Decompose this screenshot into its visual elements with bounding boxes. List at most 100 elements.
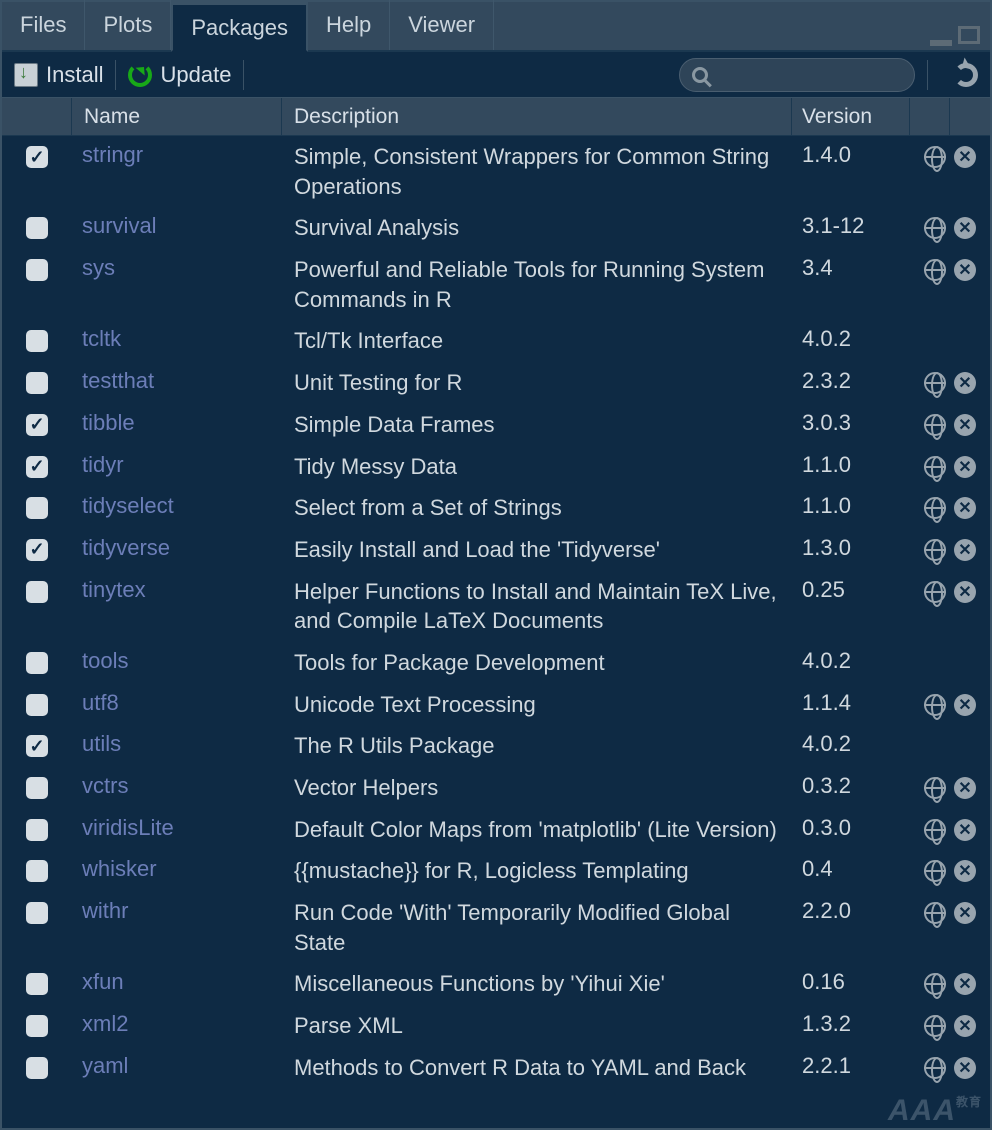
package-name-link[interactable]: stringr <box>72 142 282 168</box>
globe-icon[interactable] <box>924 581 946 603</box>
package-checkbox[interactable] <box>26 217 48 239</box>
package-name-link[interactable]: sys <box>72 255 282 281</box>
tab-plots[interactable]: Plots <box>85 0 171 50</box>
package-name-link[interactable]: xml2 <box>72 1011 282 1037</box>
package-name-link[interactable]: whisker <box>72 856 282 882</box>
package-name-link[interactable]: tcltk <box>72 326 282 352</box>
header-name[interactable]: Name <box>72 98 282 135</box>
packages-header: Name Description Version <box>2 98 990 136</box>
package-name-link[interactable]: tibble <box>72 410 282 436</box>
package-name-link[interactable]: viridisLite <box>72 815 282 841</box>
package-checkbox[interactable] <box>26 973 48 995</box>
watermark: AAA教育 <box>888 1096 982 1126</box>
globe-icon[interactable] <box>924 694 946 716</box>
tab-files[interactable]: Files <box>2 0 85 50</box>
minimize-icon[interactable] <box>930 40 952 46</box>
remove-icon[interactable]: ✕ <box>954 694 976 716</box>
remove-icon[interactable]: ✕ <box>954 217 976 239</box>
package-checkbox[interactable] <box>26 259 48 281</box>
refresh-button[interactable] <box>954 63 978 87</box>
update-label: Update <box>160 62 231 88</box>
remove-icon[interactable]: ✕ <box>954 1057 976 1079</box>
package-row: viridisLiteDefault Color Maps from 'matp… <box>2 809 990 851</box>
package-name-link[interactable]: vctrs <box>72 773 282 799</box>
package-checkbox[interactable] <box>26 497 48 519</box>
remove-icon[interactable]: ✕ <box>954 497 976 519</box>
search-icon <box>692 67 708 83</box>
package-name-link[interactable]: utils <box>72 731 282 757</box>
remove-icon[interactable]: ✕ <box>954 372 976 394</box>
package-checkbox[interactable] <box>26 694 48 716</box>
package-checkbox[interactable]: ✓ <box>26 735 48 757</box>
globe-icon[interactable] <box>924 217 946 239</box>
package-name-link[interactable]: tidyr <box>72 452 282 478</box>
remove-icon[interactable]: ✕ <box>954 581 976 603</box>
package-checkbox[interactable] <box>26 372 48 394</box>
globe-icon[interactable] <box>924 973 946 995</box>
remove-icon[interactable]: ✕ <box>954 146 976 168</box>
package-checkbox[interactable] <box>26 777 48 799</box>
remove-icon[interactable]: ✕ <box>954 1015 976 1037</box>
package-name-link[interactable]: withr <box>72 898 282 924</box>
tab-viewer[interactable]: Viewer <box>390 0 494 50</box>
globe-icon[interactable] <box>924 539 946 561</box>
package-checkbox[interactable] <box>26 652 48 674</box>
globe-icon[interactable] <box>924 414 946 436</box>
package-checkbox[interactable] <box>26 581 48 603</box>
globe-icon[interactable] <box>924 819 946 841</box>
package-name-link[interactable]: utf8 <box>72 690 282 716</box>
remove-icon[interactable]: ✕ <box>954 414 976 436</box>
package-checkbox[interactable]: ✓ <box>26 414 48 436</box>
remove-icon[interactable]: ✕ <box>954 902 976 924</box>
header-version[interactable]: Version <box>792 98 910 135</box>
remove-icon[interactable]: ✕ <box>954 973 976 995</box>
package-checkbox[interactable] <box>26 1015 48 1037</box>
package-name-link[interactable]: tidyverse <box>72 535 282 561</box>
package-row: ✓tidyrTidy Messy Data1.1.0✕ <box>2 446 990 488</box>
package-version: 3.4 <box>792 255 910 281</box>
package-checkbox[interactable]: ✓ <box>26 456 48 478</box>
package-name-link[interactable]: testthat <box>72 368 282 394</box>
package-name-link[interactable]: tinytex <box>72 577 282 603</box>
search-input[interactable] <box>679 58 915 92</box>
globe-icon[interactable] <box>924 497 946 519</box>
package-name-link[interactable]: xfun <box>72 969 282 995</box>
tab-packages[interactable]: Packages <box>171 2 308 52</box>
globe-icon[interactable] <box>924 259 946 281</box>
globe-icon[interactable] <box>924 902 946 924</box>
package-description: Survival Analysis <box>282 213 792 243</box>
globe-icon[interactable] <box>924 1015 946 1037</box>
remove-icon[interactable]: ✕ <box>954 539 976 561</box>
package-checkbox[interactable]: ✓ <box>26 539 48 561</box>
package-description: Default Color Maps from 'matplotlib' (Li… <box>282 815 792 845</box>
globe-icon[interactable] <box>924 777 946 799</box>
package-checkbox[interactable] <box>26 1057 48 1079</box>
remove-icon[interactable]: ✕ <box>954 456 976 478</box>
globe-icon[interactable] <box>924 372 946 394</box>
globe-icon[interactable] <box>924 456 946 478</box>
package-name-link[interactable]: tidyselect <box>72 493 282 519</box>
update-button[interactable]: Update <box>128 62 231 88</box>
remove-icon[interactable]: ✕ <box>954 259 976 281</box>
package-checkbox[interactable] <box>26 902 48 924</box>
package-name-link[interactable]: tools <box>72 648 282 674</box>
tab-help[interactable]: Help <box>308 0 390 50</box>
package-description: Powerful and Reliable Tools for Running … <box>282 255 792 314</box>
globe-icon[interactable] <box>924 146 946 168</box>
package-checkbox[interactable] <box>26 860 48 882</box>
package-checkbox[interactable] <box>26 819 48 841</box>
maximize-icon[interactable] <box>958 26 980 44</box>
install-icon <box>14 63 38 87</box>
globe-icon[interactable] <box>924 1057 946 1079</box>
package-name-link[interactable]: survival <box>72 213 282 239</box>
package-name-link[interactable]: yaml <box>72 1053 282 1079</box>
header-description[interactable]: Description <box>282 98 792 135</box>
update-icon <box>128 63 152 87</box>
globe-icon[interactable] <box>924 860 946 882</box>
remove-icon[interactable]: ✕ <box>954 777 976 799</box>
package-checkbox[interactable] <box>26 330 48 352</box>
remove-icon[interactable]: ✕ <box>954 819 976 841</box>
remove-icon[interactable]: ✕ <box>954 860 976 882</box>
install-button[interactable]: Install <box>14 62 103 88</box>
package-checkbox[interactable]: ✓ <box>26 146 48 168</box>
